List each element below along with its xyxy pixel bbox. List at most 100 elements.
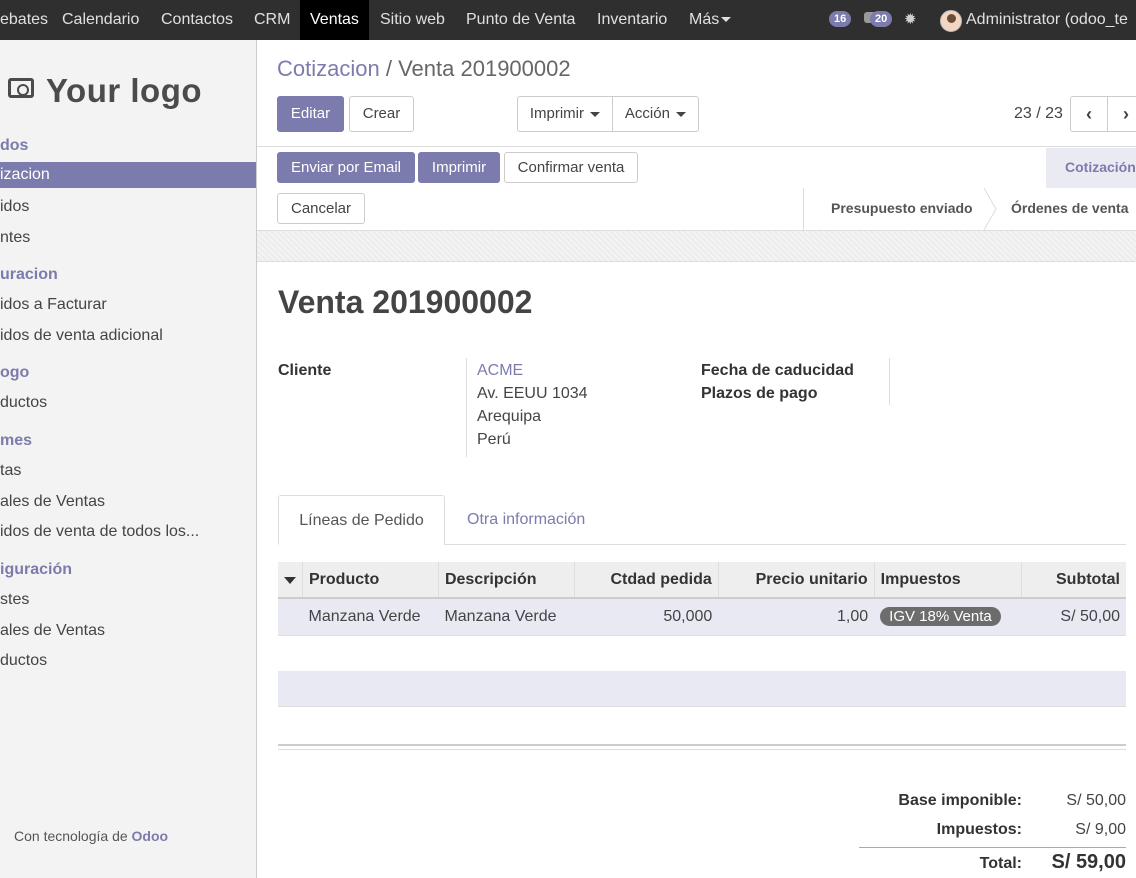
menu-sitio-web[interactable]: Sitio web [370, 0, 455, 40]
pager-next-button[interactable]: › [1107, 96, 1136, 132]
sidebar: Your logo dos izacion idos ntes uracion … [0, 40, 257, 878]
action-dropdown[interactable]: Acción [612, 96, 699, 132]
row-handle [278, 598, 303, 636]
stage-arrow-icon [983, 188, 997, 230]
stage-cotizacion[interactable]: Cotización [1046, 148, 1136, 188]
cancel-button[interactable]: Cancelar [277, 193, 365, 224]
column-header-producto[interactable]: Producto [302, 562, 439, 599]
menu-mas-label: Más [689, 11, 720, 28]
expiration-date-label: Fecha de caducidad [701, 362, 854, 379]
payment-terms-label: Plazos de pago [701, 385, 818, 402]
column-header-precio[interactable]: Precio unitario [718, 562, 875, 599]
sort-toggle[interactable] [278, 562, 303, 599]
menu-contactos[interactable]: Contactos [151, 0, 243, 40]
customer-label: Cliente [278, 362, 332, 379]
cell-qty[interactable]: 50,000 [574, 598, 719, 636]
company-logo[interactable]: Your logo [6, 66, 216, 118]
sidebar-section-informes: mes [0, 432, 33, 449]
sidebar-item-cotizacion[interactable]: izacion [0, 162, 256, 188]
menu-ventas[interactable]: Ventas [300, 0, 369, 40]
customer-link[interactable]: ACME [477, 362, 523, 380]
cell-description[interactable]: Manzana Verde [438, 598, 575, 636]
sidebar-item-pedidos-venta-adicional[interactable]: idos de venta adicional [0, 323, 256, 349]
activity-badge[interactable]: 16 [829, 11, 852, 27]
base-imponible-value: S/ 50,00 [1066, 792, 1126, 809]
cell-price[interactable]: 1,00 [718, 598, 875, 636]
column-header-descripcion[interactable]: Descripción [438, 562, 575, 599]
breadcrumb-parent[interactable]: Cotizacion [277, 56, 380, 81]
user-menu[interactable]: Administrator (odoo_te [966, 0, 1128, 40]
tab-otra-informacion[interactable]: Otra información [467, 495, 585, 545]
create-button[interactable]: Crear [349, 96, 414, 132]
print-dropdown-label: Imprimir [529, 105, 584, 122]
column-header-impuestos[interactable]: Impuestos [874, 562, 1022, 599]
field-divider [466, 358, 467, 457]
sidebar-item-pedidos-a-facturar[interactable]: idos a Facturar [0, 292, 256, 318]
menu-punto-de-venta[interactable]: Punto de Venta [456, 0, 585, 40]
base-imponible-label: Base imponible: [898, 792, 1022, 809]
sidebar-item-productos[interactable]: ductos [0, 390, 256, 416]
breadcrumb: Cotizacion / Venta 201900002 [277, 56, 571, 82]
empty-row [278, 636, 1126, 672]
impuestos-value: S/ 9,00 [1075, 821, 1126, 838]
cell-product[interactable]: Manzana Verde [302, 598, 439, 636]
stage-ordenes-de-venta[interactable]: Órdenes de venta [1011, 188, 1129, 230]
sidebar-section-facturacion: uracion [0, 266, 58, 283]
sidebar-section-configuracion: iguración [0, 561, 73, 578]
empty-row [278, 707, 1126, 743]
menu-crm[interactable]: CRM [244, 0, 300, 40]
chevron-down-icon [590, 111, 601, 117]
stage-divider [803, 188, 804, 230]
sidebar-item-canales-de-ventas[interactable]: ales de Ventas [0, 489, 256, 515]
sidebar-item-canales-config[interactable]: ales de Ventas [0, 618, 256, 644]
table-header-row: Producto Descripción Ctdad pedida Precio… [278, 562, 1126, 599]
total-label: Total: [979, 855, 1022, 872]
sheet-background-strip [257, 230, 1136, 262]
tab-lineas-de-pedido[interactable]: Líneas de Pedido [278, 495, 445, 545]
send-email-button[interactable]: Enviar por Email [277, 152, 415, 183]
odoo-link[interactable]: Odoo [132, 828, 169, 844]
confirm-sale-button[interactable]: Confirmar venta [504, 152, 638, 183]
pager-previous-button[interactable]: ‹ [1070, 96, 1108, 132]
column-header-ctdad[interactable]: Ctdad pedida [574, 562, 719, 599]
totals-divider [859, 847, 1126, 848]
camera-icon [8, 78, 34, 98]
customer-street: Av. EEUU 1034 [477, 385, 588, 402]
powered-by-label: Con tecnología de [14, 828, 128, 844]
impuestos-label: Impuestos: [936, 821, 1022, 838]
sidebar-item-pedidos[interactable]: idos [0, 194, 256, 220]
breadcrumb-separator: / [385, 56, 392, 81]
sidebar-item-clientes[interactable]: ntes [0, 225, 256, 251]
cell-tax[interactable]: IGV 18% Venta [874, 598, 1022, 636]
menu-rebates[interactable]: ebates [0, 0, 58, 40]
order-lines-table: Producto Descripción Ctdad pedida Precio… [278, 562, 1126, 636]
chevron-right-icon: › [1123, 104, 1129, 124]
stage-presupuesto-enviado[interactable]: Presupuesto enviado [831, 188, 973, 230]
cell-subtotal: S/ 50,00 [1021, 598, 1126, 636]
tax-tag: IGV 18% Venta [880, 607, 1001, 627]
breadcrumb-current: Venta 201900002 [398, 56, 571, 81]
chevron-down-icon [721, 17, 732, 23]
column-header-subtotal[interactable]: Subtotal [1021, 562, 1126, 599]
menu-calendario[interactable]: Calendario [52, 0, 149, 40]
action-dropdown-label: Acción [624, 105, 670, 122]
print-dropdown[interactable]: Imprimir [517, 96, 613, 132]
top-navbar: ebates Calendario Contactos CRM Ventas S… [0, 0, 1136, 40]
menu-mas[interactable]: Más [679, 0, 741, 40]
bug-icon[interactable]: ✹ [904, 12, 917, 28]
statusbar-divider [257, 146, 1136, 147]
sidebar-item-ajustes[interactable]: stes [0, 587, 256, 613]
sidebar-item-ventas[interactable]: tas [0, 458, 256, 484]
messages-badge[interactable]: 20 [870, 11, 893, 27]
table-row[interactable]: Manzana Verde Manzana Verde 50,000 1,00 … [278, 598, 1126, 636]
sidebar-item-pedidos-todos[interactable]: idos de venta de todos los... [0, 519, 256, 545]
page-title: Venta 201900002 [278, 284, 533, 320]
sidebar-item-productos-config[interactable]: ductos [0, 648, 256, 674]
avatar[interactable] [940, 10, 962, 32]
edit-button[interactable]: Editar [277, 96, 344, 132]
menu-inventario[interactable]: Inventario [587, 0, 677, 40]
print-button[interactable]: Imprimir [418, 152, 500, 183]
pager-value[interactable]: 23 / 23 [1014, 105, 1063, 123]
customer-city: Arequipa [477, 408, 542, 425]
caret-down-icon [284, 576, 296, 584]
